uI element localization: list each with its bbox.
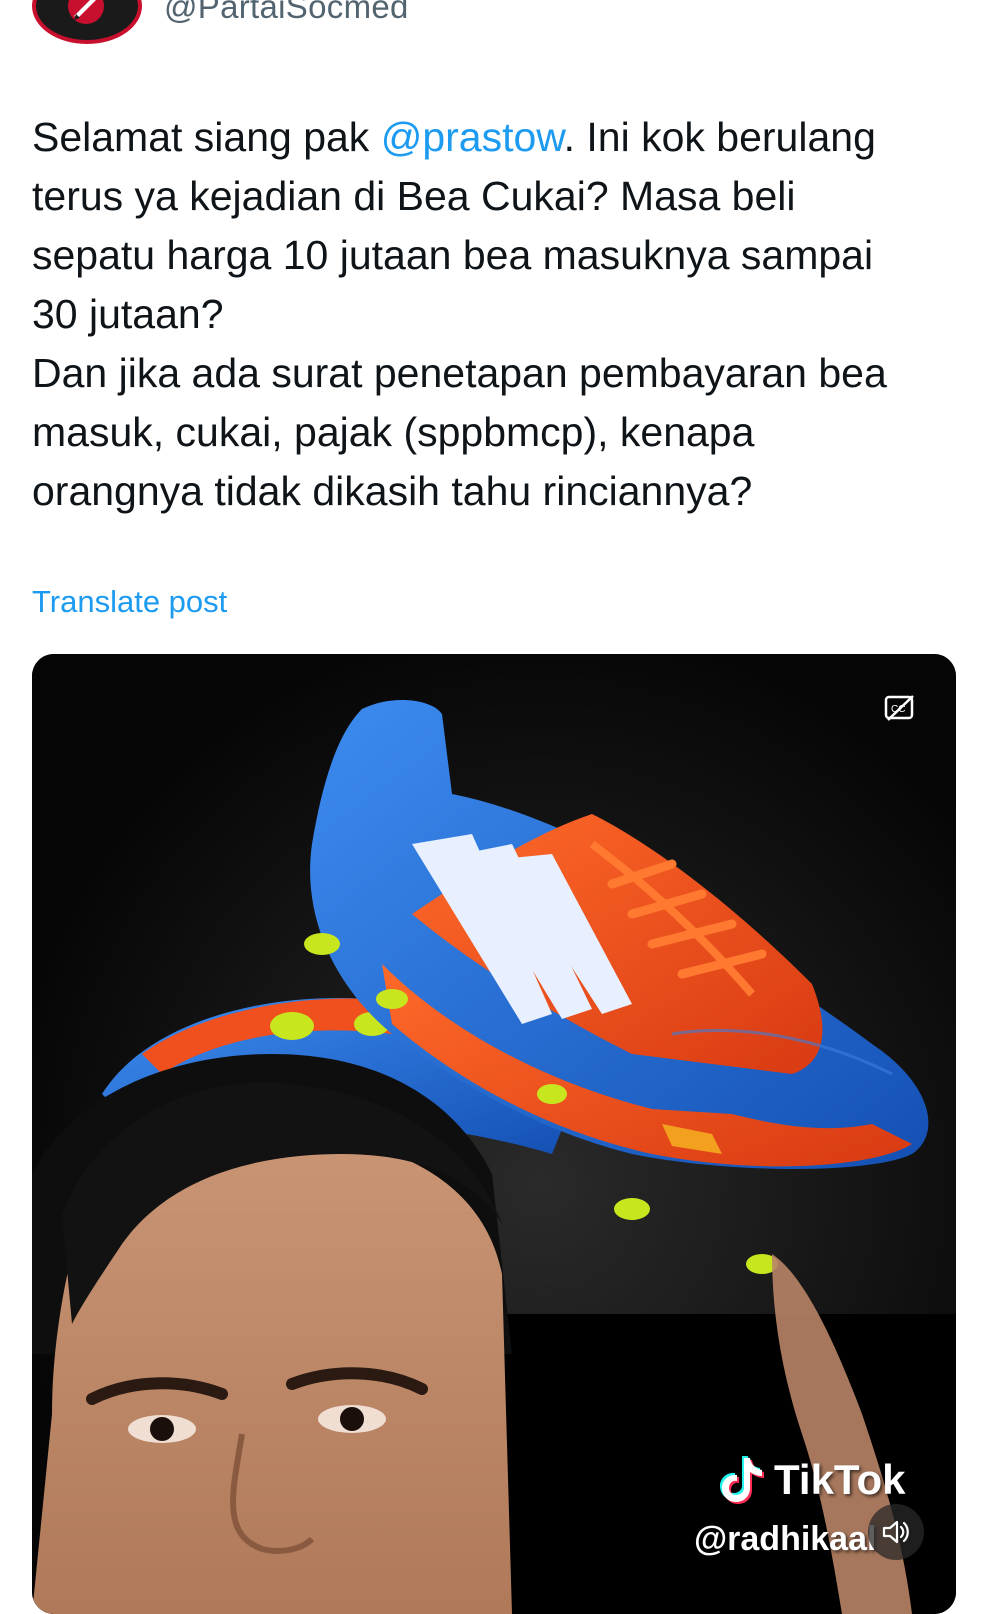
post-line-2: terus ya kejadian di Bea Cukai? Masa bel… [32, 173, 796, 219]
translate-post-link[interactable]: Translate post [32, 584, 227, 620]
video-player[interactable]: CC TikTok @radhikaal [32, 654, 956, 1614]
post-line-3: sepatu harga 10 jutaan bea masuknya samp… [32, 232, 874, 278]
tiktok-brand-text: TikTok [774, 1456, 906, 1503]
post-line-5: Dan jika ada surat penetapan pembayaran … [32, 350, 887, 396]
closed-captions-off-icon[interactable]: CC [884, 694, 916, 722]
tiktok-watermark: TikTok [718, 1454, 905, 1506]
tiktok-logo-icon [720, 1456, 764, 1504]
author-avatar[interactable] [32, 0, 142, 44]
tiktok-username: @radhikaal [694, 1520, 877, 1558]
post-text: Selamat siang pak @prastow. Ini kok beru… [32, 108, 982, 521]
partai-socmed-logo-icon [68, 0, 104, 24]
post-line-1: Selamat siang pak @prastow. Ini kok beru… [32, 114, 876, 160]
speaker-icon[interactable] [868, 1504, 924, 1560]
post-line-4: 30 jutaan? [32, 291, 224, 337]
post-line-7: orangnya tidak dikasih tahu rinciannya? [32, 468, 753, 514]
post-line-6: masuk, cukai, pajak (sppbmcp), kenapa [32, 409, 755, 455]
mention-link[interactable]: @prastow [381, 114, 564, 160]
author-handle[interactable]: @PartaiSocmed [164, 0, 409, 26]
